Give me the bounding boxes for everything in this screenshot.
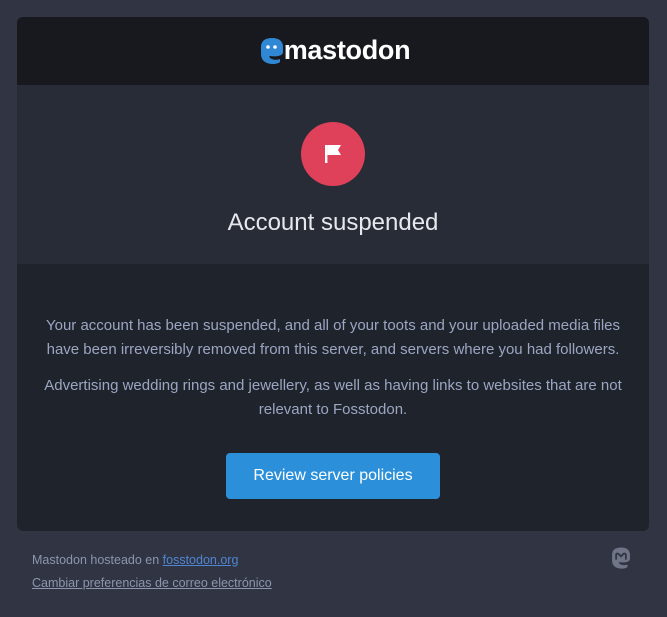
suspension-badge: [301, 122, 365, 186]
hosted-text: Mastodon hosteado en: [32, 553, 163, 567]
reason-paragraph: Advertising wedding rings and jewellery,…: [44, 377, 622, 418]
email-card: mastodon Account suspended Your account …: [17, 17, 649, 531]
message-body: Your account has been suspended, and all…: [17, 264, 649, 499]
hero-section: Account suspended: [17, 85, 649, 264]
email-footer: Mastodon hosteado en fosstodon.org Cambi…: [32, 549, 634, 595]
email-preferences-link[interactable]: Cambiar preferencias de correo electróni…: [32, 576, 272, 590]
page-title: Account suspended: [227, 209, 439, 236]
message-paragraph: Your account has been suspended, and all…: [45, 317, 620, 358]
server-link[interactable]: fosstodon.org: [163, 553, 239, 567]
review-policies-button[interactable]: Review server policies: [226, 453, 440, 499]
mastodon-logo: mastodon: [256, 35, 411, 67]
flag-icon: [325, 145, 341, 163]
hosted-line: Mastodon hosteado en fosstodon.org: [32, 549, 634, 572]
email-header: mastodon: [17, 17, 649, 85]
logo-text: mastodon: [283, 34, 411, 65]
mastodon-icon[interactable]: [608, 545, 634, 571]
